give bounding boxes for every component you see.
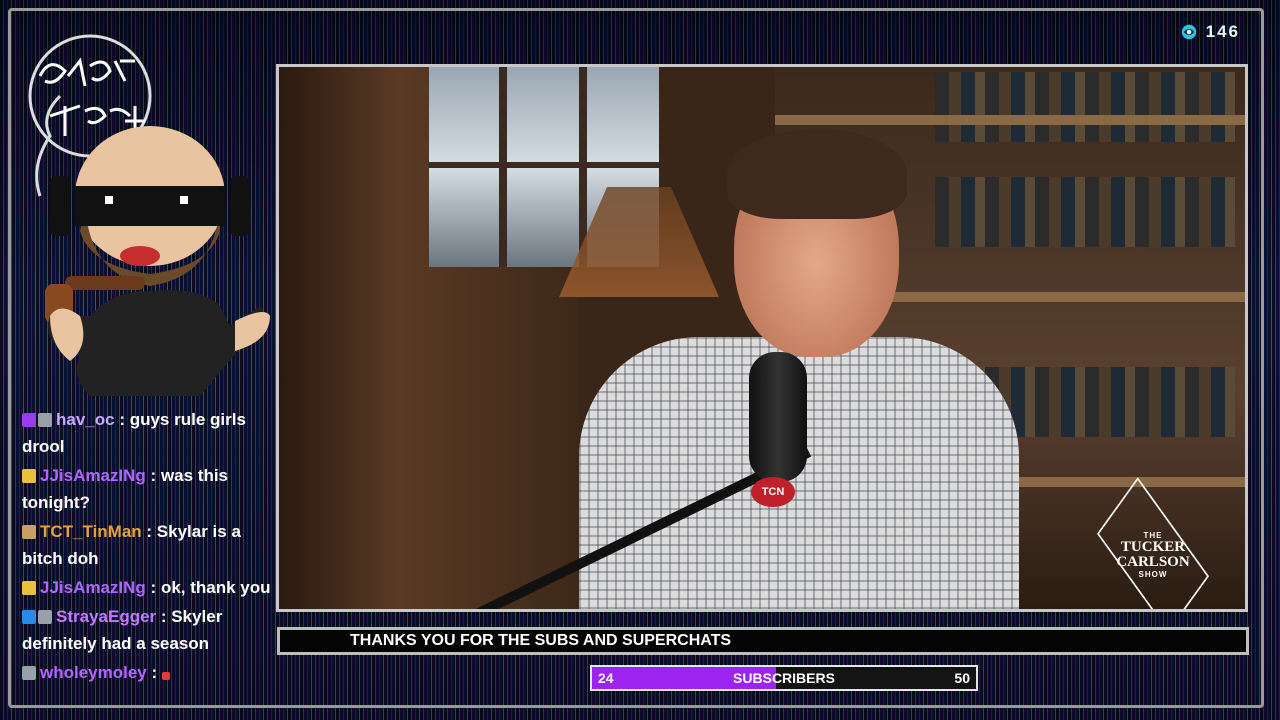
chat-message: wholeymoley : <box>22 659 272 686</box>
mic-badge: TCN <box>751 477 795 507</box>
streamer-avatar <box>28 34 270 396</box>
chat-username[interactable]: JJisAmazINg <box>40 578 146 597</box>
chat-text: ok, thank you <box>160 578 271 597</box>
chat-message: StrayaEgger : Skyler definitely had a se… <box>22 603 272 657</box>
chat-username[interactable]: StrayaEgger <box>56 607 156 626</box>
red-heart-icon <box>161 672 170 680</box>
viewer-count-value: 146 <box>1205 22 1240 41</box>
pirate-icon <box>22 525 36 539</box>
ticker-bar: THANKS YOU FOR THE SUBS AND SUPERCHATS <box>277 627 1249 655</box>
subscriber-label: SUBSCRIBERS <box>733 670 835 686</box>
mod-icon <box>22 666 36 680</box>
blue-arrow-icon <box>22 610 36 624</box>
mod-icon <box>38 413 52 427</box>
logo-line-4: SHOW <box>1138 570 1168 579</box>
chat-separator: : <box>146 663 162 682</box>
gold-icon <box>22 469 36 483</box>
subscriber-goal: 50 <box>954 670 970 686</box>
viewer-count: 146 <box>1180 22 1240 42</box>
chat-separator: : <box>156 607 172 626</box>
chat-message: TCT_TinMan : Skylar is a bitch doh <box>22 518 272 572</box>
chat-panel[interactable]: hav_oc : guys rule girls drool JJisAmazIN… <box>22 406 272 720</box>
logo-line-2: TUCKER <box>1120 539 1186 555</box>
purple-cube-icon <box>22 413 36 427</box>
show-logo: THE TUCKER CARLSON SHOW <box>1083 477 1223 609</box>
chat-username[interactable]: TCT_TinMan <box>40 522 142 541</box>
ticker-text: THANKS YOU FOR THE SUBS AND SUPERCHATS <box>350 632 732 649</box>
chat-message: JJisAmazINg : was this tonight? <box>22 462 272 516</box>
subscriber-goal-bar: 24 SUBSCRIBERS 50 <box>590 665 978 691</box>
chat-message: hav_oc : guys rule girls drool <box>22 406 272 460</box>
chat-message: JJisAmazINg : ok, thank you <box>22 574 272 601</box>
gold-icon <box>22 581 36 595</box>
microphone <box>749 352 807 482</box>
chat-separator: : <box>141 522 157 541</box>
logo-line-3: CARLSON <box>1116 554 1190 570</box>
chat-separator: : <box>145 466 161 485</box>
chat-username[interactable]: hav_oc <box>56 410 115 429</box>
chat-username[interactable]: JJisAmazINg <box>40 466 146 485</box>
person-hair <box>727 129 907 219</box>
chat-username[interactable]: wholeymoley <box>40 663 147 682</box>
chat-separator: : <box>114 410 130 429</box>
mod-icon <box>38 610 52 624</box>
video-feed: TCN THE TUCKER CARLSON SHOW <box>276 64 1248 612</box>
viewer-icon <box>1181 24 1196 40</box>
chat-separator: : <box>145 578 161 597</box>
